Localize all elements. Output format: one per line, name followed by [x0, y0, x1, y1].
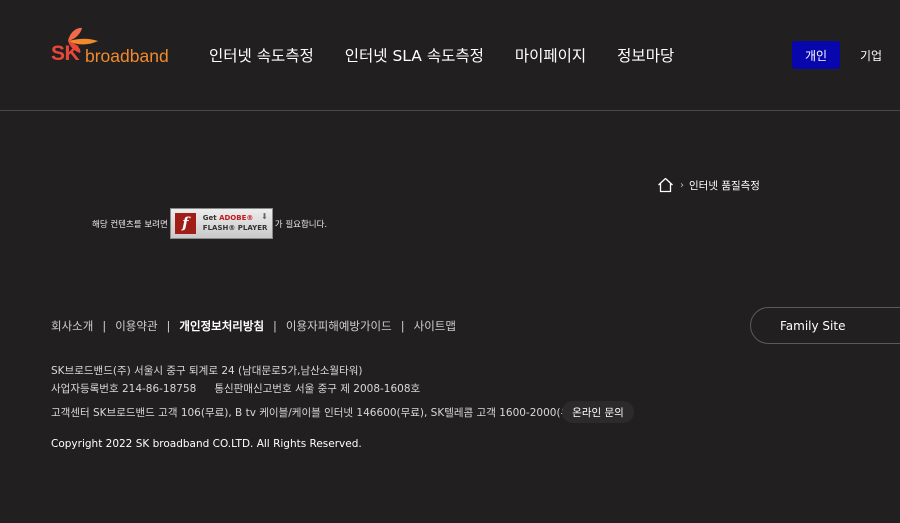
registration-info: 사업자등록번호 214-86-18758 통신판매신고번호 서울 중구 제 200…	[51, 381, 420, 396]
logo-sk-text: SK	[51, 42, 80, 65]
nav-internet-speed-test[interactable]: 인터넷 속도측정	[209, 44, 314, 66]
nav-my-page[interactable]: 마이페이지	[515, 44, 586, 66]
footer-links: 회사소개 | 이용약관 | 개인정보처리방침 | 이용자피해예방가이드 | 사이…	[51, 318, 456, 334]
breadcrumb-separator-icon: ›	[680, 179, 684, 191]
home-icon[interactable]	[657, 177, 674, 193]
footer-divider: |	[166, 319, 171, 333]
flash-notice-text-before: 해당 컨텐츠를 보려면	[92, 219, 168, 230]
flash-player-label: FLASH® PLAYER	[202, 224, 268, 232]
footer-link-company-intro[interactable]: 회사소개	[51, 318, 93, 334]
footer-link-sitemap[interactable]: 사이트맵	[414, 318, 456, 334]
logo-broadband-text: broadband	[85, 46, 169, 66]
company-address: SK브로드밴드(주) 서울시 중구 퇴계로 24 (남대문로5가,남산소월타워)	[51, 365, 363, 377]
breadcrumb: › 인터넷 품질측정	[657, 177, 760, 193]
telecom-sales-registration: 통신판매신고번호 서울 중구 제 2008-1608호	[214, 383, 421, 395]
customer-center-info: 고객센터 SK브로드밴드 고객 106(무료), B tv 케이블/케이블 인터…	[51, 407, 584, 419]
footer-link-damage-prevention-guide[interactable]: 이용자피해예방가이드	[286, 318, 392, 334]
footer-divider: |	[273, 319, 277, 333]
nav-info-center[interactable]: 정보마당	[617, 44, 674, 66]
business-toggle-button[interactable]: 기업	[849, 41, 893, 69]
family-site-select[interactable]: Family Site	[750, 307, 900, 344]
footer-link-privacy-policy[interactable]: 개인정보처리방침	[179, 318, 264, 334]
copyright-text: Copyright 2022 SK broadband CO.LTD. All …	[51, 438, 362, 450]
footer-divider: |	[400, 319, 405, 333]
flash-get-label: Get ADOBE®	[202, 214, 254, 222]
online-inquiry-button[interactable]: 온라인 문의	[562, 401, 634, 423]
download-arrow-icon: ⬇	[261, 212, 268, 221]
site-header: SK broadband 인터넷 속도측정 인터넷 SLA 속도측정 마이페이지…	[0, 0, 900, 111]
main-navigation: 인터넷 속도측정 인터넷 SLA 속도측정 마이페이지 정보마당	[209, 44, 705, 66]
flash-required-notice: 해당 컨텐츠를 보려면 f Get ADOBE® FLASH® PLAYER ⬇…	[92, 208, 327, 239]
flash-notice-text-after: 가 필요합니다.	[274, 219, 328, 230]
footer-divider: |	[102, 319, 107, 333]
get-flash-player-button[interactable]: f Get ADOBE® FLASH® PLAYER ⬇	[169, 208, 273, 239]
business-registration-number: 사업자등록번호 214-86-18758	[51, 383, 197, 395]
personal-toggle-button[interactable]: 개인	[792, 41, 840, 69]
flash-logo-icon: f	[174, 213, 196, 234]
nav-internet-sla-speed-test[interactable]: 인터넷 SLA 속도측정	[345, 44, 484, 66]
breadcrumb-current: 인터넷 품질측정	[689, 179, 760, 192]
footer-link-terms[interactable]: 이용약관	[115, 318, 157, 334]
sk-broadband-logo[interactable]: SK broadband	[50, 25, 175, 67]
